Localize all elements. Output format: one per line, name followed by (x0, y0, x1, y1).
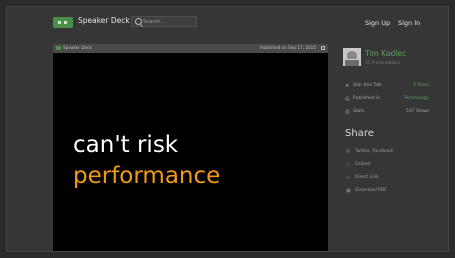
stat-label: Published in (353, 96, 381, 101)
share-label: Twitter, Facebook (355, 149, 394, 154)
embed-icon: ‹› (346, 162, 350, 168)
stat-value: 5 Stars (413, 83, 429, 88)
stat-row-published: ▤ Published in Technology (345, 95, 429, 103)
share-label: Direct Link (355, 175, 379, 180)
slide-text-line2: performance (73, 163, 221, 189)
search-box[interactable] (131, 16, 197, 27)
calendar-icon: ▤ (345, 96, 350, 102)
share-label: Download PDF (355, 188, 387, 193)
share-label: Embed (355, 162, 371, 167)
published-date: Published on Sep 17, 2015 (260, 45, 316, 50)
speaker-deck-mini-icon (56, 46, 61, 50)
stat-label: Star this Talk (353, 83, 382, 88)
search-icon (135, 18, 142, 25)
speaker-deck-logo-icon[interactable] (53, 17, 73, 28)
link-icon: ∞ (346, 175, 351, 181)
download-icon: ▣ (346, 188, 351, 194)
top-nav: Speaker Deck Sign Up Sign In (7, 7, 448, 35)
author-name[interactable]: Tim Kadlec (365, 49, 406, 58)
slide-text-line1: can't risk (73, 132, 179, 158)
slide-viewer[interactable]: can't risk performance (53, 53, 328, 251)
share-heading: Share (345, 128, 374, 139)
stat-label: Stats (353, 109, 365, 114)
brand-name[interactable]: Speaker Deck (78, 16, 130, 25)
stat-row-stars[interactable]: ★ Star this Talk 5 Stars (345, 82, 429, 90)
fullscreen-icon[interactable] (321, 46, 325, 50)
author-presentations[interactable]: 33 Presentations (365, 60, 400, 65)
sign-up-link[interactable]: Sign Up (365, 19, 390, 27)
twitter-icon: ✉ (346, 149, 351, 155)
stat-row-views: ▥ Stats 537 Views (345, 108, 429, 116)
sign-in-link[interactable]: Sign In (398, 19, 420, 27)
player-toolbar: Speaker Deck Published on Sep 17, 2015 (53, 44, 328, 53)
page-frame: Speaker Deck Sign Up Sign In Speaker Dec… (6, 6, 449, 252)
search-input[interactable] (143, 17, 195, 26)
avatar[interactable] (343, 48, 361, 66)
stat-value[interactable]: Technology (404, 96, 429, 101)
star-icon: ★ (345, 83, 350, 89)
player-source-label: Speaker Deck (63, 45, 92, 50)
stat-value: 537 Views (405, 109, 429, 114)
stats-icon: ▥ (345, 109, 350, 115)
